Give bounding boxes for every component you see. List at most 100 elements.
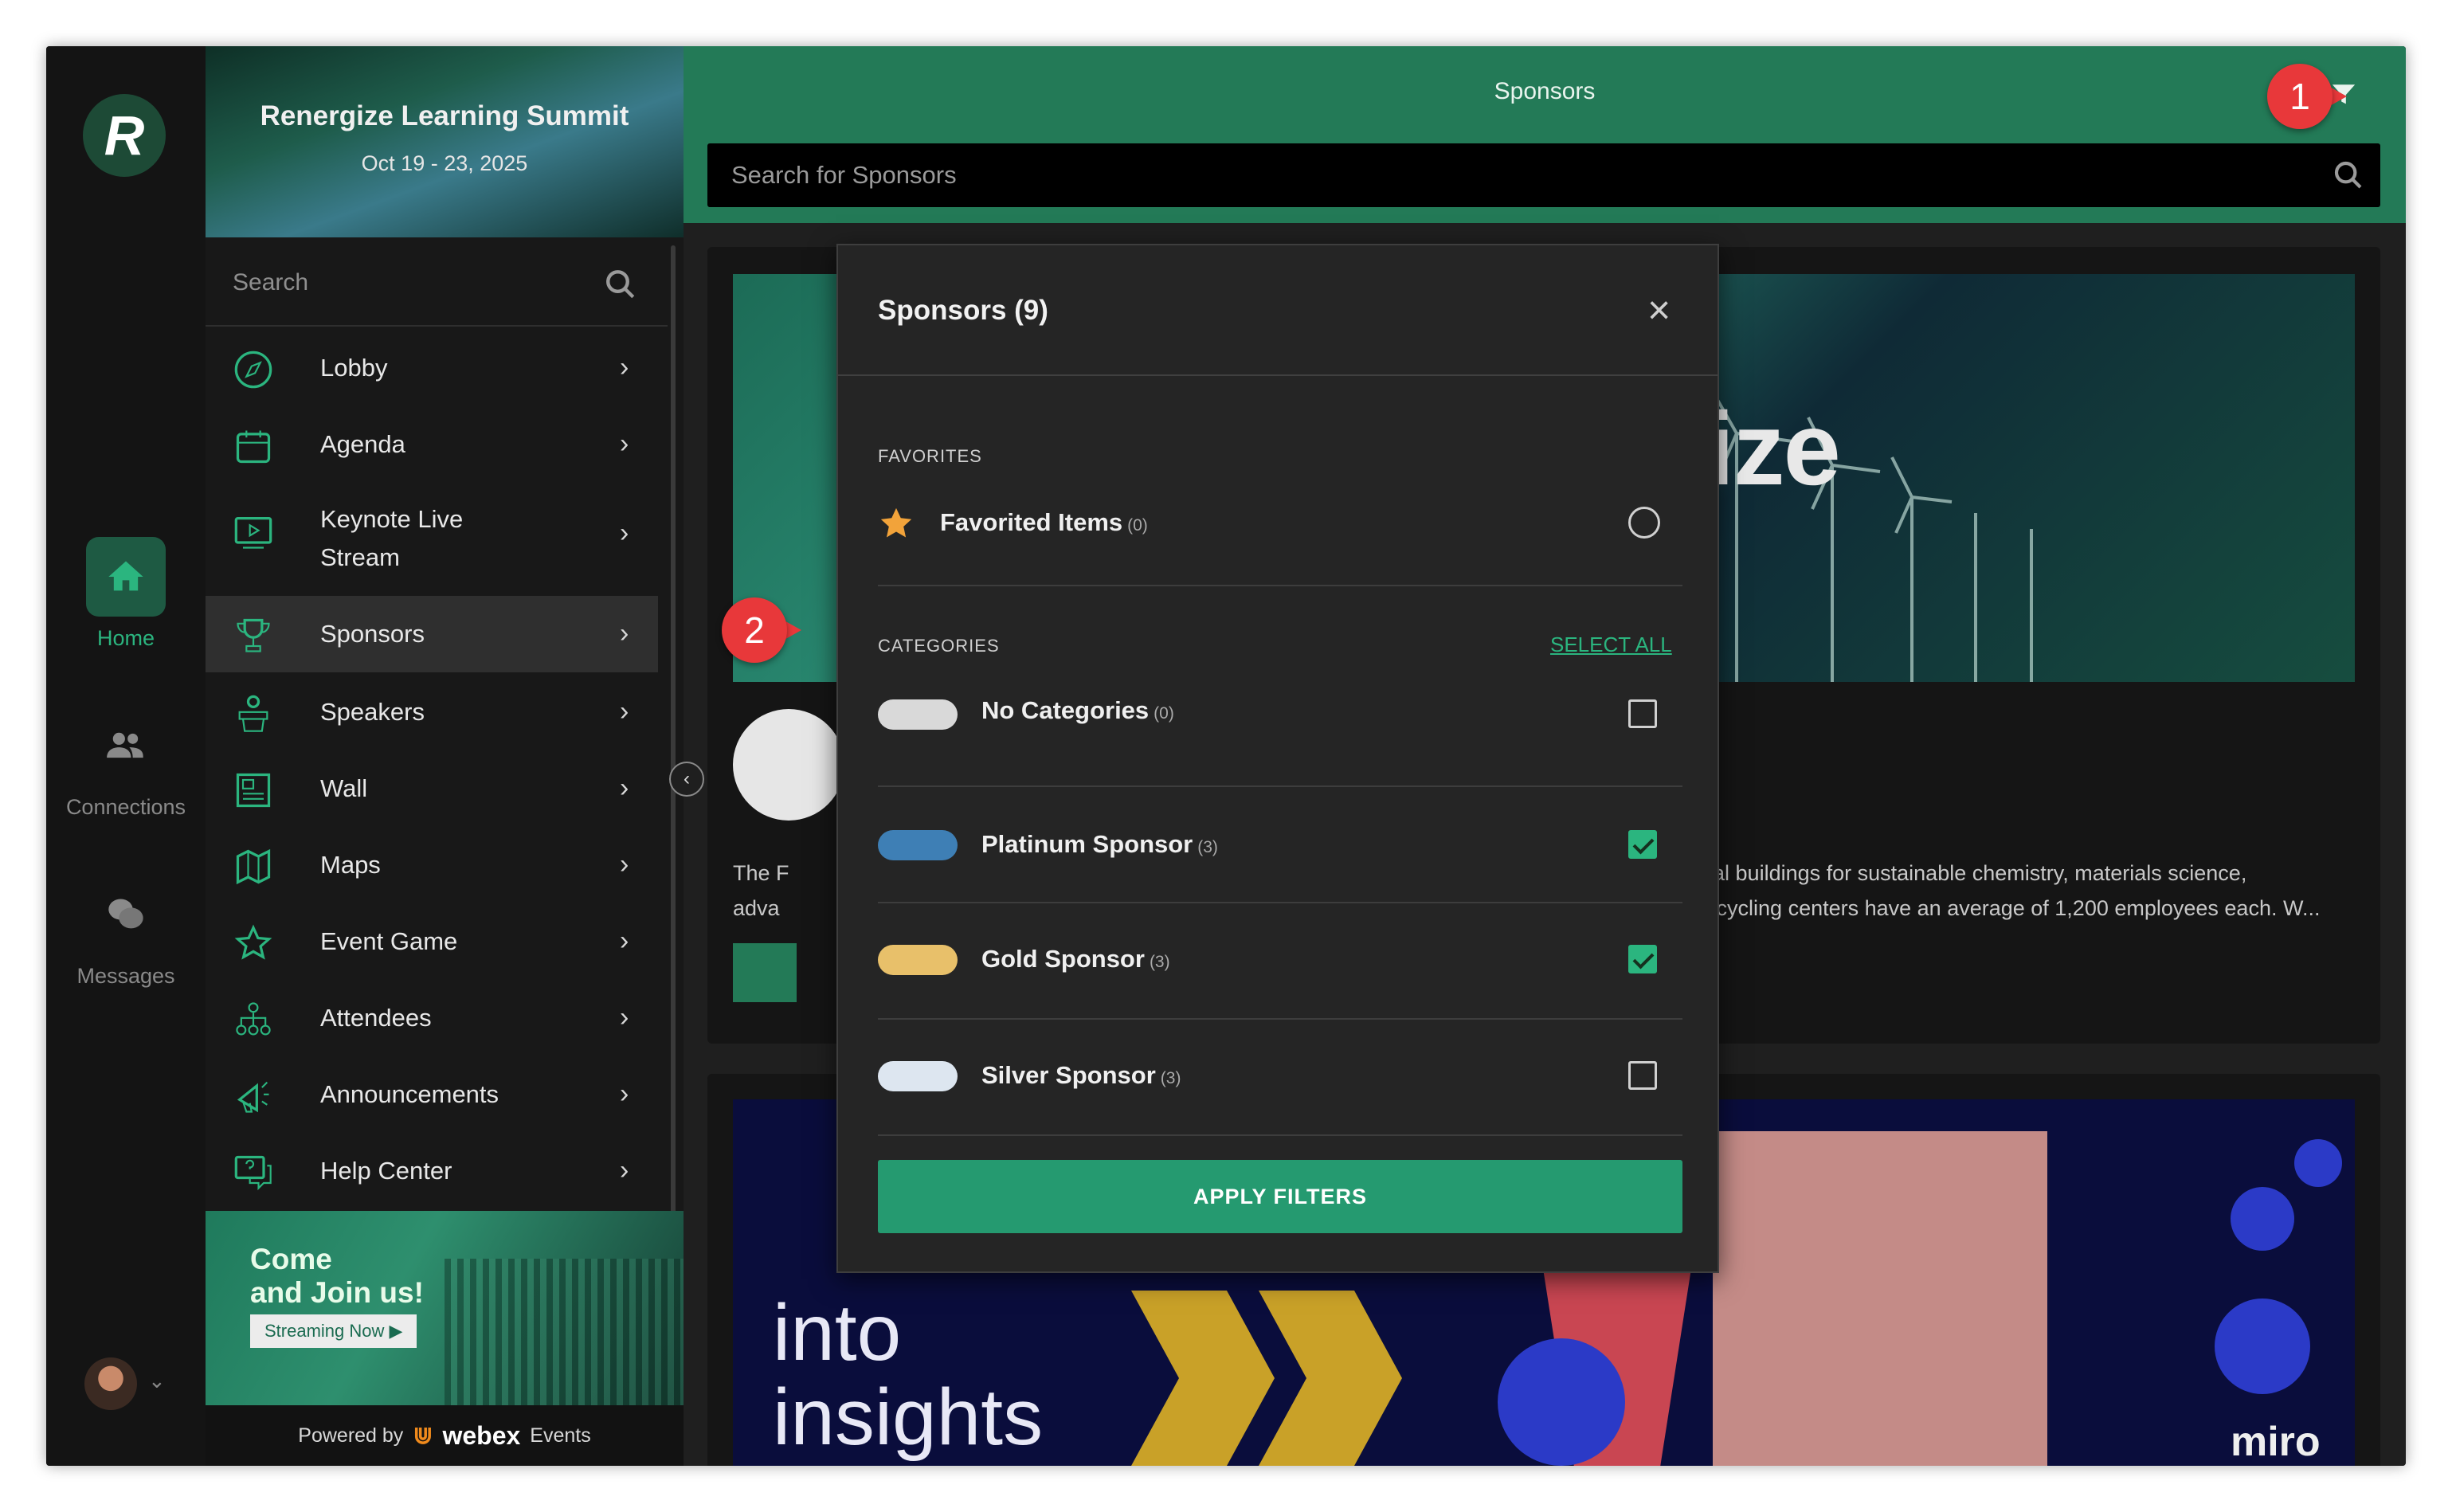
sponsor-description: our recycling centers have an average of… (1660, 896, 2321, 920)
chevron-right-icon: › (620, 518, 629, 548)
promo-line1: Come (250, 1243, 332, 1275)
sidebar-item-keynote[interactable]: Keynote Live Stream › (206, 483, 658, 586)
event-sidebar: Renergize Learning Summit Oct 19 - 23, 2… (206, 46, 684, 1466)
category-count: (3) (1197, 838, 1218, 856)
promo-headline: Come and Join us! (250, 1243, 424, 1310)
pink-shape (1713, 1131, 2047, 1466)
rail-connections-label: Connections (65, 795, 186, 819)
banner-line2: insights (773, 1373, 1044, 1462)
powered-by-footer: Powered by ⋓ webex Events (206, 1405, 684, 1466)
video-icon (234, 517, 272, 549)
sidebar-item-agenda[interactable]: Agenda › (206, 406, 658, 483)
category-label-text: Platinum Sponsor (981, 830, 1193, 858)
event-dates: Oct 19 - 23, 2025 (361, 151, 528, 175)
sponsor-description: several buildings for sustainable chemis… (1660, 861, 2247, 885)
sponsor-logo (733, 709, 844, 821)
chevron-right-icon: › (620, 1002, 629, 1032)
network-icon (236, 1002, 271, 1036)
filter-modal: Sponsors (9) × FAVORITES Favorited Items… (836, 244, 1719, 1273)
sidebar-item-label: Maps (320, 851, 381, 879)
brand-suffix: Events (530, 1424, 591, 1447)
avatar[interactable] (84, 1357, 137, 1410)
sidebar-item-label: Sponsors (320, 620, 425, 648)
sidebar-item-attendees[interactable]: Attendees › (206, 980, 658, 1056)
calendar-icon (236, 430, 271, 464)
sidebar-item-label: Agenda (320, 430, 405, 458)
sidebar-item-sponsors[interactable]: Sponsors › (206, 596, 658, 672)
callout-number: 2 (722, 597, 787, 663)
event-banner: Renergize Learning Summit Oct 19 - 23, 2… (206, 46, 684, 237)
category-checkbox[interactable] (1628, 830, 1657, 859)
chevron-right-icon: › (620, 1079, 629, 1109)
chevron-right-icon: › (620, 926, 629, 956)
category-checkbox[interactable] (1628, 699, 1657, 728)
chevron-right-icon: › (620, 696, 629, 727)
close-icon[interactable]: × (1647, 287, 1671, 333)
category-row-gold[interactable]: Gold Sponsor (3) (878, 905, 1682, 1020)
sidebar-item-help-center[interactable]: Help Center › (206, 1133, 658, 1209)
sidebar-search-input[interactable]: Search (206, 239, 668, 327)
category-row-platinum[interactable]: Platinum Sponsor (3) (878, 789, 1682, 903)
collapse-sidebar-button[interactable]: ‹ (669, 762, 704, 797)
chevron-right-icon: › (620, 1155, 629, 1185)
chevron-down-icon[interactable]: ⌄ (148, 1369, 166, 1393)
category-row-no-categories[interactable]: No Categories (0) (878, 672, 1682, 787)
category-row-silver[interactable]: Silver Sponsor (3) (878, 1021, 1682, 1136)
category-label-text: No Categories (981, 696, 1150, 724)
sidebar-scrollbar[interactable] (671, 245, 676, 1241)
chat-icon (86, 875, 166, 954)
page-title: Sponsors (1494, 78, 1596, 104)
callout-2: 2 (722, 597, 801, 663)
rail-home[interactable]: Home (46, 537, 206, 651)
sidebar-item-label: Help Center (320, 1157, 452, 1185)
favorited-count: (0) (1127, 516, 1148, 535)
category-color-pill (878, 699, 958, 730)
sponsor-search-input[interactable]: Search for Sponsors (707, 143, 2380, 207)
sponsor-desc-prefix: The F adva (733, 856, 789, 926)
categories-header: CATEGORIES (878, 636, 1000, 656)
app-rail: R Home Connections Messages ⌄ (46, 46, 206, 1466)
chevron-right-icon: › (620, 849, 629, 879)
sidebar-item-label: Keynote Live Stream (320, 505, 464, 571)
select-all-link[interactable]: SELECT ALL (1550, 633, 1672, 657)
category-label: Platinum Sponsor (3) (981, 830, 1218, 859)
callout-number: 1 (2267, 64, 2333, 129)
crowd-image (445, 1259, 684, 1405)
category-checkbox[interactable] (1628, 945, 1657, 973)
brand-name: webex (442, 1420, 521, 1450)
sidebar-item-maps[interactable]: Maps › (206, 827, 658, 903)
category-color-pill (878, 1061, 958, 1091)
chevron-right-icon: › (620, 773, 629, 803)
yellow-chevron (1259, 1291, 1402, 1466)
chevron-right-icon: › (620, 429, 629, 459)
rail-messages[interactable]: Messages (46, 875, 206, 989)
sponsor-banner-text: into insights (773, 1291, 1043, 1459)
streaming-now-button[interactable]: Streaming Now ▶ (250, 1314, 417, 1348)
trophy-icon (237, 618, 270, 652)
sponsor-action-button[interactable] (733, 943, 797, 1002)
search-icon[interactable] (2333, 159, 2364, 191)
sponsor-desc-prefix-1: The F (733, 861, 789, 885)
sidebar-item-speakers[interactable]: Speakers › (206, 674, 658, 750)
sidebar-item-label: Lobby (320, 354, 388, 382)
favorited-radio[interactable] (1628, 507, 1660, 539)
category-count: (3) (1160, 1069, 1181, 1087)
apply-filters-button[interactable]: APPLY FILTERS (878, 1160, 1682, 1233)
star-icon (880, 507, 912, 538)
sidebar-item-announcements[interactable]: Announcements › (206, 1056, 658, 1133)
sidebar-item-wall[interactable]: Wall › (206, 750, 658, 827)
blue-circle (2231, 1187, 2294, 1251)
category-label-text: Silver Sponsor (981, 1061, 1156, 1089)
app-logo[interactable]: R (83, 94, 166, 177)
favorited-items-row[interactable]: Favorited Items (0) (878, 497, 1682, 586)
category-checkbox[interactable] (1628, 1061, 1657, 1090)
category-color-pill (878, 945, 958, 975)
sidebar-item-label: Announcements (320, 1080, 499, 1108)
category-label-text: Gold Sponsor (981, 945, 1145, 973)
rail-connections[interactable]: Connections (46, 706, 206, 820)
category-color-pill (878, 830, 958, 860)
search-icon[interactable] (604, 268, 637, 301)
sidebar-item-event-game[interactable]: Event Game › (206, 903, 658, 980)
promo-banner[interactable]: Come and Join us! Streaming Now ▶ (206, 1211, 684, 1405)
sidebar-item-lobby[interactable]: Lobby › (206, 330, 658, 406)
